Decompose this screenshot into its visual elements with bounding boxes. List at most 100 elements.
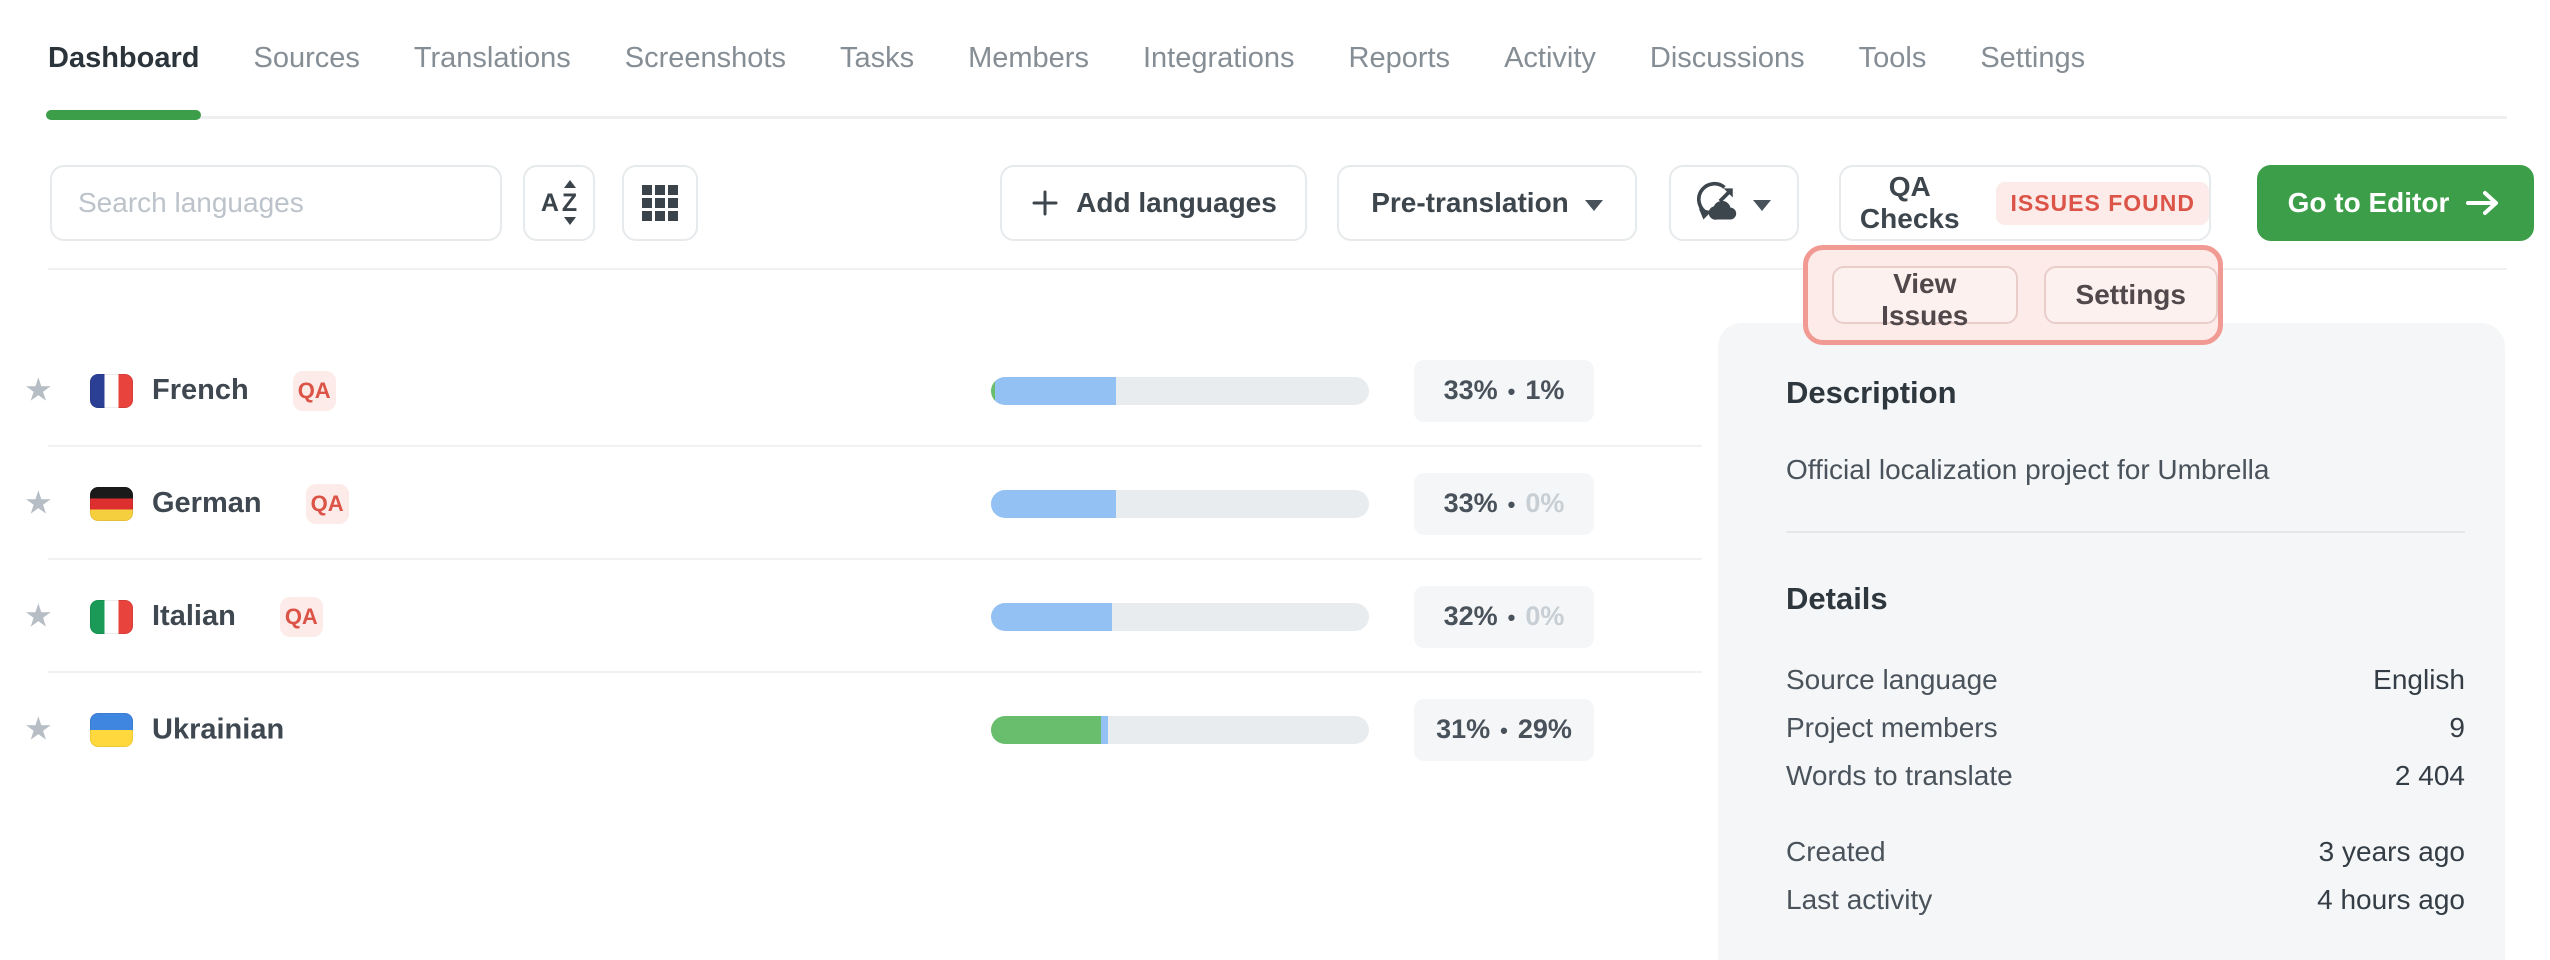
go-to-editor-button[interactable]: Go to Editor: [2257, 165, 2534, 241]
view-issues-button[interactable]: View Issues: [1832, 266, 2018, 324]
tab-members[interactable]: Members: [968, 36, 1089, 80]
percent-separator: •: [1500, 718, 1508, 744]
tab-activity[interactable]: Activity: [1504, 36, 1596, 80]
flag-french-icon: [90, 374, 133, 408]
nav-divider: [48, 116, 2507, 119]
detail-row-last-activity: Last activity 4 hours ago: [1786, 881, 2465, 919]
pre-translation-label: Pre-translation: [1371, 187, 1569, 219]
approved-percent: 0%: [1525, 601, 1564, 632]
language-row-italian[interactable]: ★ Italian QA 32% • 0%: [0, 560, 1718, 673]
tab-dashboard[interactable]: Dashboard: [48, 36, 199, 80]
tab-settings[interactable]: Settings: [1980, 36, 2085, 80]
flag-german-icon: [90, 487, 133, 521]
detail-row-words-to-translate: Words to translate 2 404: [1786, 757, 2465, 795]
star-icon[interactable]: ★: [24, 370, 53, 408]
tab-discussions[interactable]: Discussions: [1650, 36, 1805, 80]
percent-separator: •: [1508, 605, 1516, 631]
pre-translation-dropdown[interactable]: Pre-translation: [1337, 165, 1637, 241]
description-title: Description: [1786, 373, 2465, 413]
plus-icon: [1030, 188, 1060, 218]
detail-label: Words to translate: [1786, 757, 2013, 795]
go-to-editor-label: Go to Editor: [2288, 187, 2450, 219]
grid-view-button[interactable]: [622, 165, 698, 241]
approved-percent: 0%: [1525, 488, 1564, 519]
tab-label: Tasks: [840, 42, 914, 74]
translated-percent: 33%: [1444, 375, 1498, 406]
detail-value: 9: [2449, 709, 2465, 747]
qa-settings-button[interactable]: Settings: [2044, 266, 2218, 324]
flag-italian-icon: [90, 600, 133, 634]
chevron-down-icon: [1585, 200, 1603, 211]
star-icon[interactable]: ★: [24, 483, 53, 521]
details-rows: Source language English Project members …: [1786, 661, 2465, 795]
tab-label: Screenshots: [625, 42, 786, 74]
project-dashboard-page: Dashboard Sources Translations Screenshots T…: [0, 0, 2550, 960]
project-details-panel: Description Official localization projec…: [1718, 323, 2505, 960]
cloud-sync-icon: [1697, 181, 1741, 225]
detail-label: Source language: [1786, 661, 1998, 699]
flag-ukrainian-icon: [90, 713, 133, 747]
detail-value: English: [2373, 661, 2465, 699]
progress-bar: [991, 603, 1369, 631]
search-input[interactable]: [50, 165, 502, 241]
translated-progress-segment: [1101, 716, 1109, 744]
tab-screenshots[interactable]: Screenshots: [625, 36, 786, 80]
description-text: Official localization project for Umbrel…: [1786, 451, 2465, 489]
detail-label: Created: [1786, 833, 1886, 871]
arrow-right-icon: [2465, 188, 2503, 218]
tab-label: Activity: [1504, 42, 1596, 74]
tab-integrations[interactable]: Integrations: [1143, 36, 1295, 80]
qa-badge[interactable]: QA: [306, 484, 349, 524]
detail-value: 3 years ago: [2319, 833, 2465, 871]
tab-tools[interactable]: Tools: [1859, 36, 1927, 80]
language-row-ukrainian[interactable]: ★ Ukrainian 31% • 29%: [0, 673, 1718, 786]
issues-found-badge: ISSUES FOUND: [1996, 182, 2209, 225]
sort-alphabetical-button[interactable]: AZ: [523, 165, 595, 241]
qa-badge[interactable]: QA: [293, 371, 336, 411]
progress-percent-badge: 32% • 0%: [1414, 586, 1594, 648]
language-name: French: [152, 374, 249, 407]
language-name: Italian: [152, 600, 236, 633]
activity-rows: Created 3 years ago Last activity 4 hour…: [1786, 833, 2465, 919]
tab-label: Sources: [253, 42, 359, 74]
tab-label: Reports: [1349, 42, 1451, 74]
tab-label: Dashboard: [48, 42, 199, 74]
language-row-french[interactable]: ★ French QA 33% • 1%: [0, 334, 1718, 447]
approved-percent: 29%: [1518, 714, 1572, 745]
language-row-german[interactable]: ★ German QA 33% • 0%: [0, 447, 1718, 560]
details-title: Details: [1786, 579, 2465, 619]
tab-label: Discussions: [1650, 42, 1805, 74]
sync-dropdown[interactable]: [1669, 165, 1799, 241]
qa-badge[interactable]: QA: [280, 597, 323, 637]
translated-percent: 33%: [1444, 488, 1498, 519]
progress-bar: [991, 377, 1369, 405]
detail-value: 4 hours ago: [2317, 881, 2465, 919]
detail-row-source-language: Source language English: [1786, 661, 2465, 699]
tab-label: Integrations: [1143, 42, 1295, 74]
star-icon[interactable]: ★: [24, 596, 53, 634]
translated-progress-segment: [991, 490, 1116, 518]
qa-checks-popover: View Issues Settings: [1803, 245, 2223, 345]
add-languages-label: Add languages: [1076, 187, 1277, 219]
progress-bar: [991, 716, 1369, 744]
percent-separator: •: [1508, 379, 1516, 405]
tab-translations[interactable]: Translations: [414, 36, 571, 80]
approved-percent: 1%: [1525, 375, 1564, 406]
chevron-down-icon: [1753, 200, 1771, 211]
language-name: German: [152, 487, 262, 520]
tab-label: Tools: [1859, 42, 1927, 74]
add-languages-button[interactable]: Add languages: [1000, 165, 1307, 241]
qa-checks-button[interactable]: QA Checks ISSUES FOUND: [1839, 165, 2211, 241]
nav-tabs: Dashboard Sources Translations Screenshots T…: [48, 36, 2085, 80]
detail-row-created: Created 3 years ago: [1786, 833, 2465, 871]
tab-reports[interactable]: Reports: [1349, 36, 1451, 80]
grid-view-icon: [642, 185, 678, 221]
translated-progress-segment: [991, 603, 1112, 631]
star-icon[interactable]: ★: [24, 709, 53, 747]
tab-label: Settings: [1980, 42, 2085, 74]
toolbar: AZ Add languages Pre-translation: [0, 165, 2550, 241]
tab-tasks[interactable]: Tasks: [840, 36, 914, 80]
translated-percent: 31%: [1436, 714, 1490, 745]
panel-divider: [1786, 531, 2465, 533]
tab-sources[interactable]: Sources: [253, 36, 359, 80]
